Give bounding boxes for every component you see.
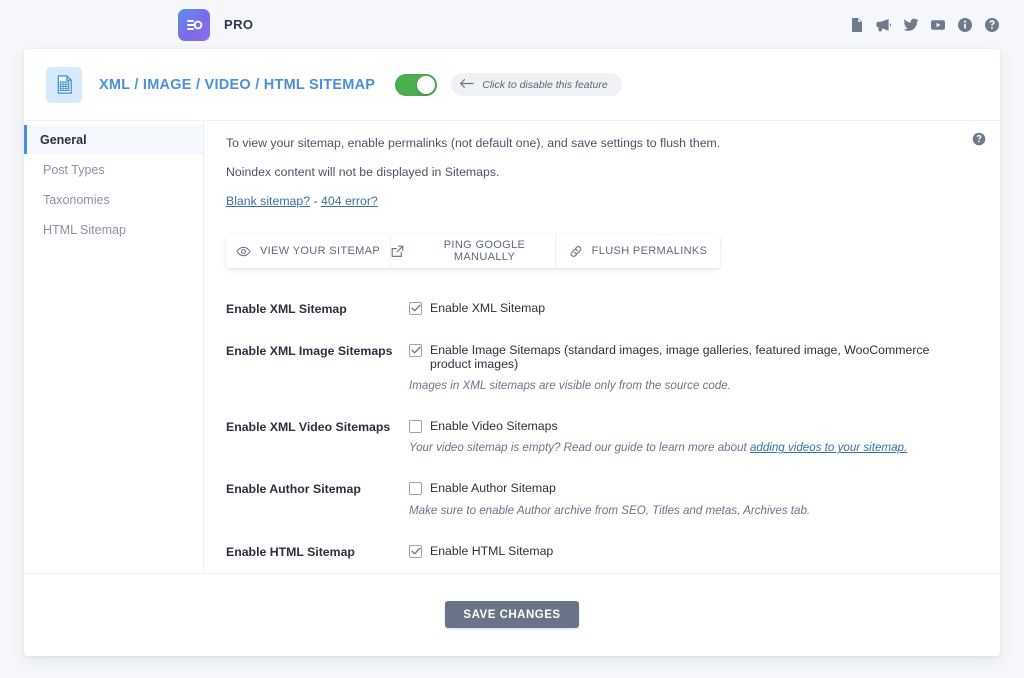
youtube-icon[interactable]	[930, 17, 946, 33]
action-button-group: VIEW YOUR SITEMAP PING GOOGLE MANUALLY	[226, 235, 720, 268]
seopress-logo-icon	[178, 9, 210, 41]
checkbox-box[interactable]	[409, 344, 422, 357]
row-description: Images in XML sitemaps are visible only …	[409, 378, 972, 393]
row-field: Enable Image Sitemaps (standard images, …	[409, 343, 972, 393]
row-enable-xml-video-sitemaps: Enable XML Video Sitemaps Enable Video S…	[226, 406, 972, 468]
intro-text: To view your sitemap, enable permalinks …	[226, 135, 972, 210]
feature-header: XML / IMAGE / VIDEO / HTML SITEMAP Click…	[24, 49, 1000, 121]
toggle-hint-text: Click to disable this feature	[482, 79, 607, 91]
sidebar-item-label: HTML Sitemap	[43, 223, 126, 237]
sidebar-item-label: Post Types	[43, 163, 105, 177]
circle-question-icon[interactable]	[972, 132, 986, 146]
ping-google-manually-button[interactable]: PING GOOGLE MANUALLY	[390, 235, 555, 268]
row-description: Your video sitemap is empty? Read our gu…	[409, 440, 972, 455]
row-label: Enable XML Sitemap	[226, 301, 409, 316]
row-label: Enable HTML Sitemap	[226, 544, 409, 559]
card-body: General Post Types Taxonomies HTML Sitem…	[24, 121, 1000, 572]
adding-videos-link[interactable]: adding videos to your sitemap.	[750, 441, 907, 454]
sidebar-item-general[interactable]: General	[24, 125, 203, 154]
feature-toggle[interactable]	[395, 74, 437, 96]
help-icon[interactable]	[984, 17, 1000, 33]
row-label: Enable XML Image Sitemaps	[226, 343, 409, 358]
checkbox-label: Enable Video Sitemaps	[430, 419, 558, 433]
button-label: PING GOOGLE MANUALLY	[414, 239, 555, 263]
settings-rows: Enable XML Sitemap Enable XML Sitemap En…	[226, 288, 972, 573]
brand-pro-label: PRO	[224, 17, 253, 32]
button-label: FLUSH PERMALINKS	[592, 245, 708, 257]
sidebar-item-post-types[interactable]: Post Types	[24, 155, 203, 184]
top-bar-icons	[849, 17, 1000, 33]
intro-links: Blank sitemap? - 404 error?	[226, 193, 972, 211]
row-field: Enable HTML Sitemap	[409, 544, 972, 558]
row-enable-xml-image-sitemaps: Enable XML Image Sitemaps Enable Image S…	[226, 330, 972, 406]
brand: PRO	[178, 9, 253, 41]
row-description-text: Your video sitemap is empty? Read our gu…	[409, 441, 750, 454]
save-changes-button[interactable]: SAVE CHANGES	[445, 601, 578, 628]
checkbox-enable-xml-sitemap[interactable]: Enable XML Sitemap	[409, 301, 972, 315]
info-icon[interactable]	[957, 17, 973, 33]
toggle-hint: Click to disable this feature	[451, 73, 621, 96]
intro-line-1: To view your sitemap, enable permalinks …	[226, 135, 972, 153]
sidebar-item-html-sitemap[interactable]: HTML Sitemap	[24, 215, 203, 244]
checkbox-enable-author-sitemap[interactable]: Enable Author Sitemap	[409, 481, 972, 495]
docs-icon[interactable]	[849, 17, 865, 33]
megaphone-icon[interactable]	[876, 17, 892, 33]
sitemap-document-icon	[46, 67, 82, 103]
checkbox-enable-video-sitemaps[interactable]: Enable Video Sitemaps	[409, 419, 972, 433]
blank-sitemap-link[interactable]: Blank sitemap?	[226, 194, 310, 208]
checkbox-box[interactable]	[409, 482, 422, 495]
settings-content: To view your sitemap, enable permalinks …	[204, 121, 1000, 572]
eye-icon	[236, 246, 251, 257]
arrow-left-icon	[459, 76, 474, 94]
flush-permalinks-button[interactable]: FLUSH PERMALINKS	[555, 235, 720, 268]
checkbox-enable-html-sitemap[interactable]: Enable HTML Sitemap	[409, 544, 972, 558]
card-footer: SAVE CHANGES	[24, 574, 1000, 656]
settings-card: XML / IMAGE / VIDEO / HTML SITEMAP Click…	[24, 49, 1000, 656]
row-enable-html-sitemap: Enable HTML Sitemap Enable HTML Sitemap	[226, 531, 972, 573]
row-enable-xml-sitemap: Enable XML Sitemap Enable XML Sitemap	[226, 288, 972, 330]
checkbox-box[interactable]	[409, 545, 422, 558]
view-your-sitemap-button[interactable]: VIEW YOUR SITEMAP	[226, 235, 390, 268]
row-field: Enable Video Sitemaps Your video sitemap…	[409, 419, 972, 455]
button-label: VIEW YOUR SITEMAP	[260, 245, 380, 257]
checkbox-label: Enable Author Sitemap	[430, 481, 556, 495]
checkbox-label: Enable Image Sitemaps (standard images, …	[430, 343, 972, 371]
checkbox-label: Enable XML Sitemap	[430, 301, 545, 315]
chain-link-icon	[569, 245, 583, 258]
link-separator: -	[310, 194, 321, 208]
settings-sidebar: General Post Types Taxonomies HTML Sitem…	[24, 121, 204, 572]
sidebar-item-taxonomies[interactable]: Taxonomies	[24, 185, 203, 214]
checkbox-label: Enable HTML Sitemap	[430, 544, 553, 558]
checkbox-box[interactable]	[409, 302, 422, 315]
row-field: Enable Author Sitemap Make sure to enabl…	[409, 481, 972, 517]
row-field: Enable XML Sitemap	[409, 301, 972, 315]
sidebar-item-label: General	[40, 133, 87, 147]
404-error-link[interactable]: 404 error?	[321, 194, 378, 208]
row-label: Enable XML Video Sitemaps	[226, 419, 409, 434]
row-enable-author-sitemap: Enable Author Sitemap Enable Author Site…	[226, 468, 972, 530]
row-description: Make sure to enable Author archive from …	[409, 503, 972, 518]
page-title: XML / IMAGE / VIDEO / HTML SITEMAP	[99, 77, 375, 93]
checkbox-box[interactable]	[409, 420, 422, 433]
checkbox-enable-image-sitemaps[interactable]: Enable Image Sitemaps (standard images, …	[409, 343, 972, 371]
row-label: Enable Author Sitemap	[226, 481, 409, 496]
sidebar-item-label: Taxonomies	[43, 193, 110, 207]
intro-line-2: Noindex content will not be displayed in…	[226, 164, 972, 182]
twitter-icon[interactable]	[903, 17, 919, 33]
toggle-knob	[417, 76, 435, 94]
top-bar: PRO	[0, 0, 1024, 49]
external-link-icon	[391, 245, 405, 258]
